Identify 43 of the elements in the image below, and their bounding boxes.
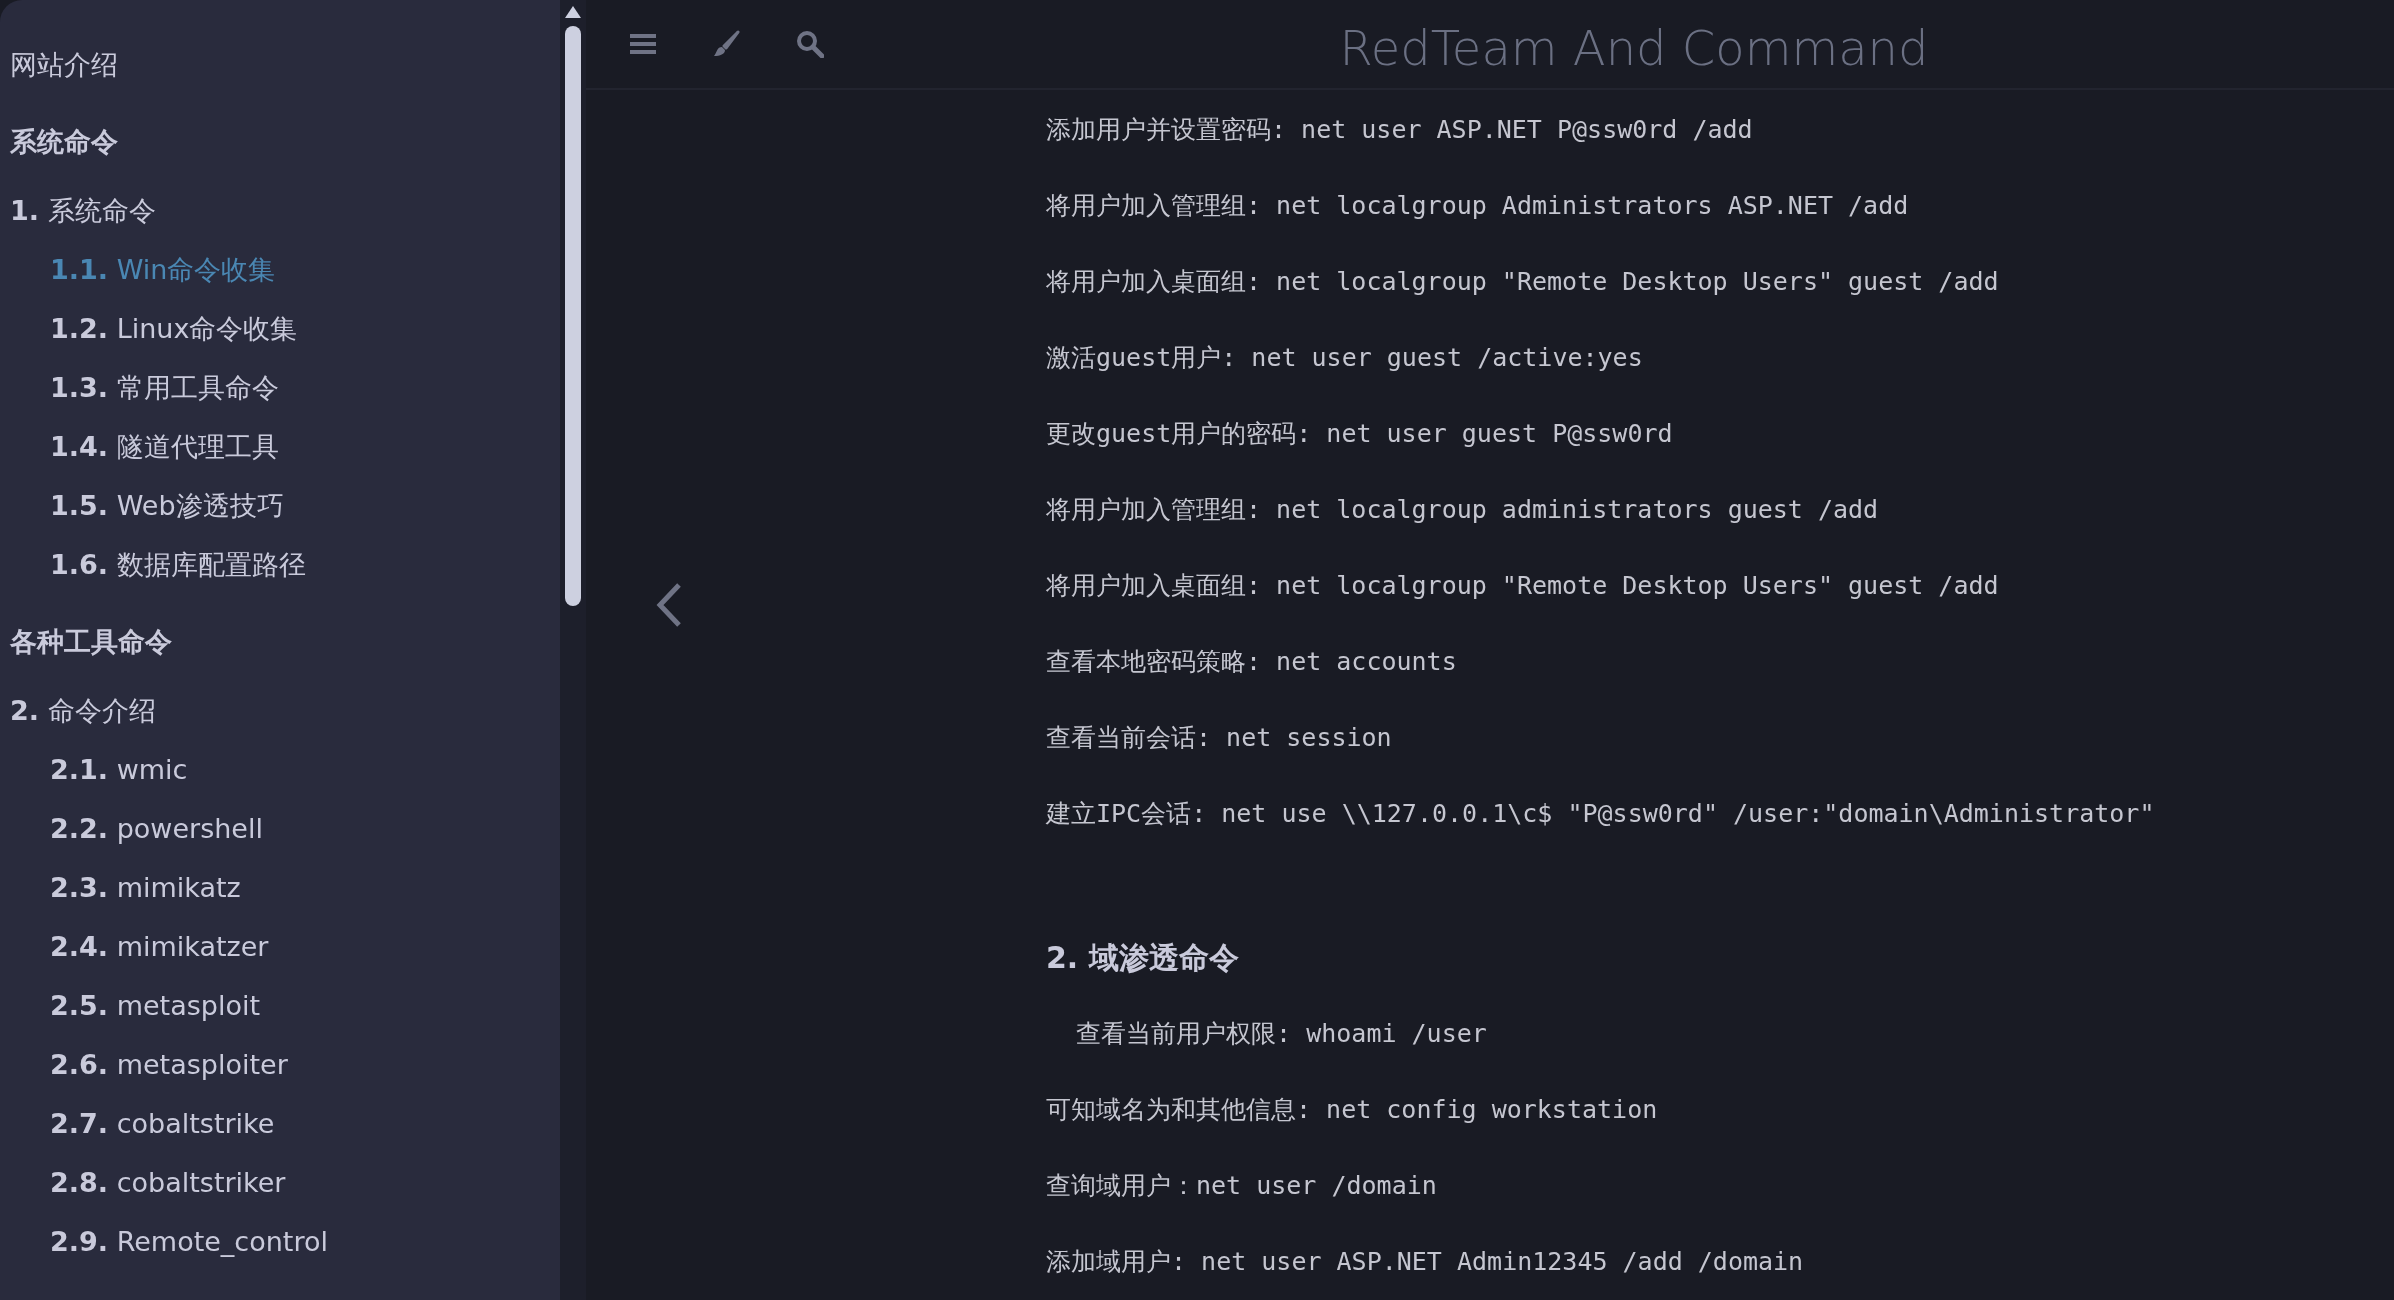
- paintbrush-icon: [712, 30, 740, 58]
- sidebar-link[interactable]: 2.6. metasploiter: [50, 1045, 288, 1086]
- command-line-text: 建立IPC会话: net use \\127.0.0.1\c$ "P@ssw0rd" /user:"domain\Administrator": [1046, 798, 2155, 831]
- command-line-text: 将用户加入管理组: net localgroup administrators guest /add: [1046, 494, 1880, 527]
- sidebar-link[interactable]: 1.6. 数据库配置路径: [50, 545, 306, 586]
- sidebar-link[interactable]: 1. 系统命令: [10, 191, 156, 232]
- search-icon: [796, 30, 824, 58]
- sidebar-link[interactable]: 2.9. Remote_control: [50, 1222, 328, 1263]
- menu-icon: [630, 33, 656, 55]
- command-line-text: 将用户加入管理组: net localgroup Administrators ASP.NET /add: [1046, 190, 1910, 223]
- sidebar-link[interactable]: 2.4. mimikatzer: [50, 927, 269, 968]
- command-line-text: 查看本地密码策略: net accounts: [1046, 646, 1458, 679]
- command-line-text: 添加域用户: net user ASP.NET Admin12345 /add /domain: [1046, 1246, 1805, 1279]
- scrollbar-thumb[interactable]: [565, 26, 581, 606]
- sidebar-link[interactable]: 2.5. metasploit: [50, 986, 261, 1027]
- sidebar-link[interactable]: 1.3. 常用工具命令: [50, 368, 279, 409]
- command-line-text: 将用户加入桌面组: net localgroup "Remote Desktop Users" guest /add: [1046, 266, 2000, 299]
- chevron-left-icon: [656, 582, 682, 628]
- command-line-text: 将用户加入桌面组: net localgroup "Remote Desktop Users" guest /add: [1046, 570, 2000, 603]
- scroll-up-arrow-icon[interactable]: [565, 6, 581, 18]
- sidebar-link[interactable]: 2.1. wmic: [50, 750, 188, 791]
- sidebar-link[interactable]: 2.7. cobaltstrike: [50, 1104, 275, 1145]
- command-line-text: 可知域名为和其他信息: net config workstation: [1046, 1094, 1659, 1127]
- sidebar-link[interactable]: 1.5. Web渗透技巧: [50, 486, 284, 527]
- command-line-text: 更改guest用户的密码: net user guest P@ssw0rd: [1046, 418, 1674, 451]
- command-line-text: 查看当前会话: net session: [1046, 722, 1393, 755]
- sidebar-link[interactable]: 2.3. mimikatz: [50, 868, 241, 909]
- sidebar-link[interactable]: 2.8. cobaltstriker: [50, 1163, 286, 1204]
- part-title: 各种工具命令: [10, 625, 172, 660]
- section-heading: 2. 域渗透命令: [1046, 939, 1240, 977]
- sidebar-link[interactable]: 网站介绍: [10, 45, 118, 86]
- previous-chapter-button[interactable]: [656, 582, 682, 628]
- sidebar-link[interactable]: 1.1. Win命令收集: [50, 250, 276, 291]
- command-line-text: 添加用户并设置密码: net user ASP.NET P@ssw0rd /add: [1046, 114, 1754, 147]
- sidebar-link[interactable]: 2. 命令介绍: [10, 691, 156, 732]
- part-title: 系统命令: [10, 125, 118, 160]
- command-line-text: 激活guest用户: net user guest /active:yes: [1046, 342, 1644, 375]
- command-line-text: 查看当前用户权限: whoami /user: [1075, 1018, 1488, 1051]
- book-title: RedTeam And Command: [1339, 19, 1929, 78]
- sidebar-link[interactable]: 2.2. powershell: [50, 809, 263, 850]
- command-line-text: 查询域用户：net user /domain: [1046, 1170, 1438, 1203]
- sidebar-link[interactable]: 1.2. Linux命令收集: [50, 309, 298, 350]
- sidebar-link[interactable]: 1.4. 隧道代理工具: [50, 427, 279, 468]
